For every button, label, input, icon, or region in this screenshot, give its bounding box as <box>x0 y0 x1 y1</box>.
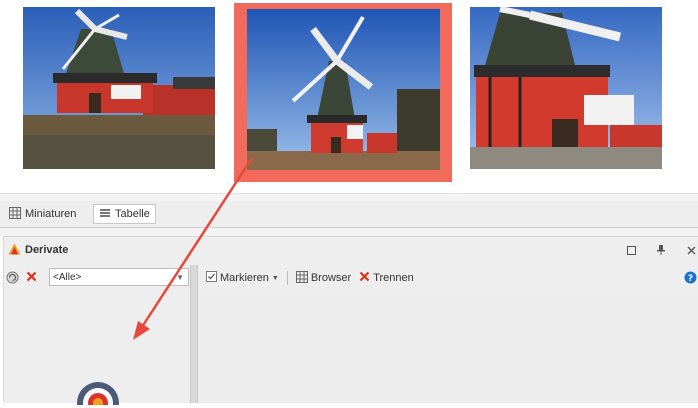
maximize-icon[interactable] <box>624 243 638 257</box>
chevron-down-icon: ▼ <box>176 273 184 282</box>
list-icon <box>99 207 111 222</box>
pin-icon[interactable] <box>654 243 668 257</box>
panel-toolbar: <Alle> ▼ Markieren ▼ Browser Trennen ? <box>4 265 698 291</box>
dropdown-caret-icon: ▼ <box>271 274 279 282</box>
derivate-detail-pane[interactable] <box>198 293 698 403</box>
delete-icon[interactable] <box>26 271 37 285</box>
drop-target-icon <box>76 379 120 408</box>
grid-icon <box>9 206 21 222</box>
tab-tabelle-label: Tabelle <box>115 208 150 220</box>
tab-miniaturen[interactable]: Miniaturen <box>4 204 81 224</box>
delete-icon <box>359 271 370 285</box>
pane-splitter[interactable] <box>190 265 198 403</box>
panel-title: Derivate <box>8 243 68 258</box>
filter-dropdown-value: <Alle> <box>53 271 82 283</box>
checkbox-icon <box>206 271 217 285</box>
tab-tabelle[interactable]: Tabelle <box>93 204 156 224</box>
browser-button[interactable]: Browser <box>295 270 352 286</box>
trennen-button[interactable]: Trennen <box>359 271 414 285</box>
markieren-label: Markieren <box>220 272 269 284</box>
filter-dropdown[interactable]: <Alle> ▼ <box>49 268 189 286</box>
panel-header: Derivate <box>4 237 698 263</box>
panel-gap <box>0 228 698 236</box>
thumbnail-windmill-2-selected[interactable] <box>234 3 452 182</box>
filter-toolbar: <Alle> ▼ <box>4 265 192 291</box>
thumbnail-gallery <box>0 0 698 193</box>
markieren-button[interactable]: Markieren ▼ <box>206 271 279 285</box>
toolbar-divider <box>286 271 288 285</box>
view-tabs: Miniaturen Tabelle <box>0 201 698 228</box>
derivate-panel: Derivate <Alle> ▼ Markieren ▼ Browser Tr… <box>3 236 698 408</box>
browser-label: Browser <box>310 272 352 284</box>
trennen-label: Trennen <box>373 272 414 284</box>
panel-title-label: Derivate <box>25 244 69 256</box>
windmill-photo-3 <box>470 7 662 169</box>
help-icon[interactable]: ? <box>684 271 697 287</box>
action-toolbar: Markieren ▼ Browser Trennen ? <box>198 265 698 291</box>
windmill-photo-1 <box>23 7 215 169</box>
close-icon[interactable] <box>684 243 698 257</box>
thumbnail-windmill-3[interactable] <box>470 7 662 169</box>
derivate-icon <box>8 243 21 258</box>
thumbnail-windmill-1[interactable] <box>23 7 215 169</box>
windmill-photo-2 <box>247 9 440 170</box>
tab-miniaturen-label: Miniaturen <box>25 208 77 220</box>
grid-icon <box>295 270 308 286</box>
svg-text:?: ? <box>688 274 693 284</box>
refresh-icon[interactable] <box>6 271 19 287</box>
